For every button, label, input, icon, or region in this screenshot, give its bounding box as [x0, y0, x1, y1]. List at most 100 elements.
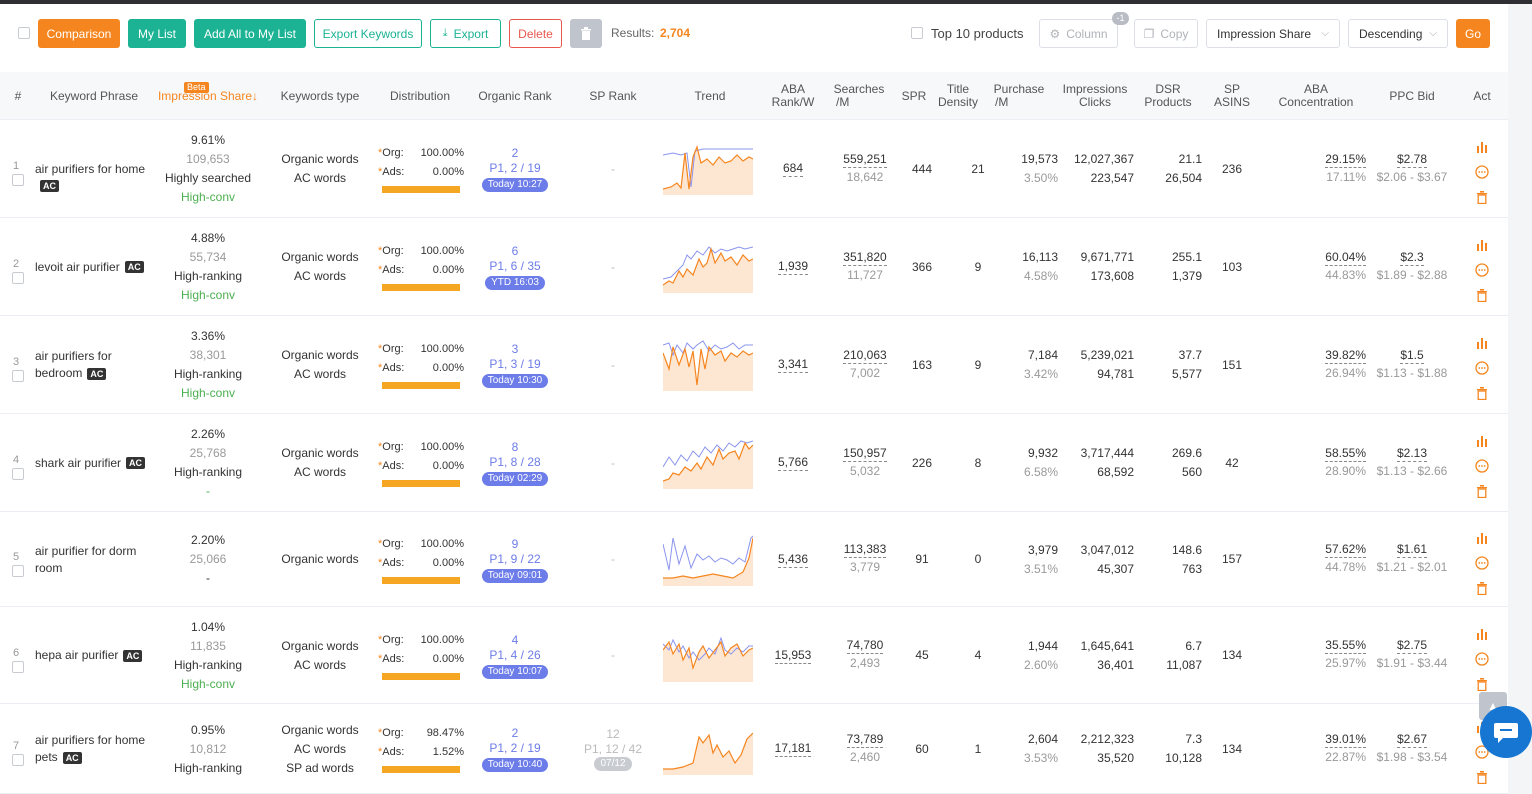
keyword-phrase[interactable]: air purifier for dorm room — [35, 543, 159, 577]
ppc-bid-cell[interactable]: $2.78 $2.06 - $3.67 — [1370, 120, 1454, 218]
organic-rank-cell[interactable]: 9 P1, 9 / 22 Today 09:01 — [470, 512, 560, 607]
keyword-phrase[interactable]: air purifiers for home AC — [35, 161, 159, 195]
aba-concentration-cell[interactable]: 58.55% 28.90% — [1300, 414, 1366, 512]
aba-concentration-cell[interactable]: 29.15% 17.11% — [1300, 120, 1366, 218]
export-keywords-button[interactable]: Export Keywords — [314, 19, 422, 48]
header-ppc-bid[interactable]: PPC Bid — [1370, 72, 1454, 120]
more-icon[interactable] — [1475, 361, 1489, 378]
searches-cell[interactable]: 113,383 3,779 — [830, 512, 900, 607]
header-sp-asins[interactable]: SP ASINS — [1210, 72, 1254, 120]
header-impressions-clicks[interactable]: Impressions Clicks — [1058, 72, 1132, 120]
more-icon[interactable] — [1475, 555, 1489, 573]
trend-sparkline[interactable] — [662, 241, 754, 293]
searches-cell[interactable]: 559,251 18,642 — [830, 120, 900, 218]
organic-rank-cell[interactable]: 8 P1, 8 / 28 Today 02:29 — [470, 414, 560, 512]
header-keywords-type[interactable]: Keywords type — [268, 72, 372, 120]
row-checkbox[interactable] — [12, 174, 24, 186]
keyword-phrase[interactable]: air purifiers for bedroom AC — [35, 348, 159, 382]
table-row[interactable]: 1 air purifiers for home AC 9.61% 109,653… — [0, 120, 1508, 218]
chat-button[interactable] — [1480, 706, 1532, 758]
go-button[interactable]: Go — [1456, 19, 1490, 48]
table-row[interactable]: 2 levoit air purifier AC 4.88% 55,734 Hig… — [0, 218, 1508, 316]
searches-cell[interactable]: 351,820 11,727 — [830, 218, 900, 316]
aba-concentration-cell[interactable]: 60.04% 44.83% — [1300, 218, 1366, 316]
ppc-bid-cell[interactable]: $1.61 $1.21 - $2.01 — [1370, 512, 1454, 607]
select-all-checkbox[interactable] — [18, 27, 30, 39]
aba-rank-cell[interactable]: 15,953 — [764, 607, 822, 704]
header-distribution[interactable]: Distribution — [376, 72, 464, 120]
header-organic-rank[interactable]: Organic Rank — [470, 72, 560, 120]
trend-sparkline[interactable] — [662, 437, 754, 489]
row-checkbox[interactable] — [12, 754, 24, 766]
header-searches[interactable]: Searches/M — [830, 72, 888, 120]
bar-chart-icon[interactable] — [1476, 628, 1489, 643]
ppc-bid-cell[interactable]: $2.67 $1.98 - $3.54 — [1370, 704, 1454, 794]
sort-field-select[interactable]: Impression Share ⌵ — [1206, 19, 1340, 48]
bar-chart-icon[interactable] — [1476, 141, 1489, 156]
keyword-phrase[interactable]: shark air purifier AC — [35, 455, 159, 472]
ppc-bid-cell[interactable]: $2.13 $1.13 - $2.66 — [1370, 414, 1454, 512]
delete-button[interactable]: Delete — [509, 19, 562, 48]
trash-icon[interactable] — [1476, 771, 1488, 787]
bar-chart-icon[interactable] — [1476, 239, 1489, 254]
trash-button[interactable] — [570, 19, 602, 48]
organic-rank-cell[interactable]: 2 P1, 2 / 19 Today 10:27 — [470, 120, 560, 218]
comparison-button[interactable]: Comparison — [38, 19, 120, 48]
more-icon[interactable] — [1475, 165, 1489, 182]
aba-rank-cell[interactable]: 684 — [764, 120, 822, 218]
aba-concentration-cell[interactable]: 35.55% 25.97% — [1300, 607, 1366, 704]
header-dsr-products[interactable]: DSR Products — [1140, 72, 1196, 120]
trend-sparkline[interactable] — [662, 630, 754, 682]
aba-concentration-cell[interactable]: 39.01% 22.87% — [1300, 704, 1366, 794]
trash-icon[interactable] — [1476, 485, 1488, 501]
aba-concentration-cell[interactable]: 39.82% 26.94% — [1300, 316, 1366, 414]
keyword-phrase[interactable]: levoit air purifier AC — [35, 259, 159, 276]
aba-rank-cell[interactable]: 5,436 — [764, 512, 822, 607]
searches-cell[interactable]: 210,063 7,002 — [830, 316, 900, 414]
table-row[interactable]: 3 air purifiers for bedroom AC 3.36% 38,30… — [0, 316, 1508, 414]
organic-rank-cell[interactable]: 6 P1, 6 / 35 YTD 16:03 — [470, 218, 560, 316]
trend-sparkline[interactable] — [662, 339, 754, 391]
trash-icon[interactable] — [1476, 289, 1488, 305]
ppc-bid-cell[interactable]: $2.75 $1.91 - $3.44 — [1370, 607, 1454, 704]
organic-rank-cell[interactable]: 4 P1, 4 / 26 Today 10:07 — [470, 607, 560, 704]
header-sp-rank[interactable]: SP Rank — [568, 72, 658, 120]
header-impression-share[interactable]: Impression Share↓ — [152, 72, 264, 120]
row-checkbox[interactable] — [12, 660, 24, 673]
more-icon[interactable] — [1475, 459, 1489, 476]
row-checkbox[interactable] — [12, 370, 24, 382]
row-checkbox[interactable] — [12, 272, 24, 284]
trash-icon[interactable] — [1476, 581, 1488, 598]
table-row[interactable]: 4 shark air purifier AC 2.26% 25,768 High… — [0, 414, 1508, 512]
searches-cell[interactable]: 150,957 5,032 — [830, 414, 900, 512]
my-list-button[interactable]: My List — [128, 19, 186, 48]
trash-icon[interactable] — [1476, 387, 1488, 403]
add-all-to-my-list-button[interactable]: Add All to My List — [194, 19, 306, 48]
organic-rank-cell[interactable]: 2 P1, 2 / 19 Today 10:40 — [470, 704, 560, 794]
more-icon[interactable] — [1475, 263, 1489, 280]
sort-order-select[interactable]: Descending ⌵ — [1348, 19, 1448, 48]
keyword-phrase[interactable]: air purifiers for home pets AC — [35, 732, 159, 766]
header-spr[interactable]: SPR — [898, 72, 930, 120]
table-row[interactable]: 5 air purifier for dorm room 2.20% 25,066… — [0, 512, 1508, 607]
bar-chart-icon[interactable] — [1476, 435, 1489, 450]
ppc-bid-cell[interactable]: $1.5 $1.13 - $1.88 — [1370, 316, 1454, 414]
row-checkbox[interactable] — [12, 468, 24, 480]
more-icon[interactable] — [1475, 651, 1489, 669]
trash-icon[interactable] — [1476, 191, 1488, 207]
aba-rank-cell[interactable]: 3,341 — [764, 316, 822, 414]
aba-rank-cell[interactable]: 5,766 — [764, 414, 822, 512]
header-title-density[interactable]: Title Density — [934, 72, 982, 120]
trend-sparkline[interactable] — [662, 143, 754, 195]
table-row[interactable]: 6 hepa air purifier AC 1.04% 11,835 High-… — [0, 607, 1508, 704]
searches-cell[interactable]: 73,789 2,460 — [830, 704, 900, 794]
export-button[interactable]: ⤓ Export — [430, 19, 501, 48]
row-checkbox[interactable] — [12, 564, 24, 577]
trend-sparkline[interactable] — [662, 534, 754, 586]
header-aba-concentration[interactable]: ABA Concentration — [1270, 72, 1362, 120]
aba-rank-cell[interactable]: 1,939 — [764, 218, 822, 316]
column-button[interactable]: ⚙ Column — [1039, 19, 1118, 48]
trend-sparkline[interactable] — [663, 723, 754, 775]
organic-rank-cell[interactable]: 3 P1, 3 / 19 Today 10:30 — [470, 316, 560, 414]
copy-button[interactable]: ❐ Copy — [1134, 19, 1198, 48]
